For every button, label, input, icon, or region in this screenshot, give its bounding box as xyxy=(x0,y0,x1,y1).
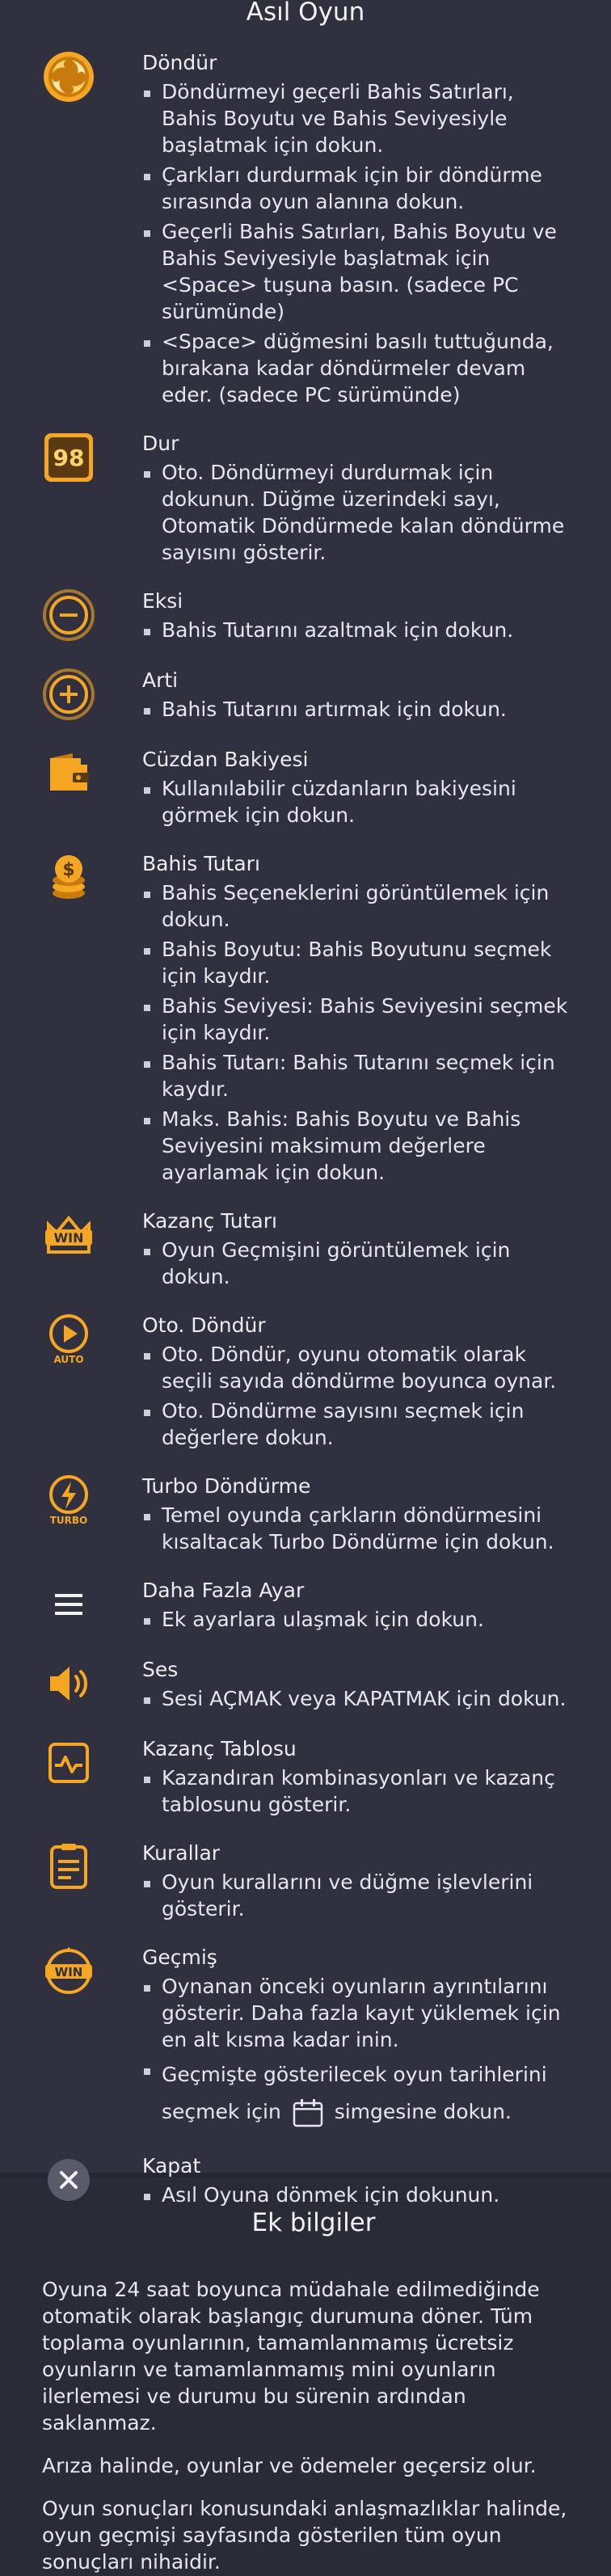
list-item: Oto. Döndür, oyunu otomatik olarak seçil… xyxy=(142,1341,575,1394)
help-item-stop: 98 Dur Oto. Döndürmeyi durdurmak için do… xyxy=(0,431,611,566)
rules-icon xyxy=(40,1840,97,1897)
list-item: Oto. Döndürme sayısını seçmek için değer… xyxy=(142,1398,575,1451)
minus-icon xyxy=(40,588,97,645)
calendar-bullet-after: simgesine dokun. xyxy=(334,2100,512,2123)
extra-info-paragraph: Oyuna 24 saat boyunca müdahale edilmediğ… xyxy=(42,2278,540,2435)
help-item-bet-amount: $ Bahis Tutarı Bahis Seçeneklerini görün… xyxy=(0,851,611,1186)
item-name: Kurallar xyxy=(142,1841,221,1865)
win-icon: WIN xyxy=(40,1208,97,1265)
extra-info-paragraph: Oyun sonuçları konusundaki anlaşmazlıkla… xyxy=(42,2497,567,2574)
list-item: Oto. Döndürmeyi durdurmak için dokunun. … xyxy=(142,459,575,566)
list-item: Kullanılabilir cüzdanların bakiyesini gö… xyxy=(142,775,575,828)
item-name: Eksi xyxy=(142,589,183,613)
item-name: Turbo Döndürme xyxy=(142,1474,311,1498)
item-name: Bahis Tutarı xyxy=(142,852,260,875)
section-title: Asıl Oyun xyxy=(246,0,365,27)
help-item-sound: Ses Sesi AÇMAK veya KAPATMAK için dokun. xyxy=(0,1657,611,1714)
help-item-auto-spin: AUTO Oto. Döndür Oto. Döndür, oyunu otom… xyxy=(0,1313,611,1451)
list-item: Sesi AÇMAK veya KAPATMAK için dokun. xyxy=(142,1685,575,1712)
list-item: Geçerli Bahis Satırları, Bahis Boyutu ve… xyxy=(142,218,575,325)
item-name: Kapat xyxy=(142,2154,201,2178)
list-item: Bahis Tutarını artırmak için dokun. xyxy=(142,696,575,723)
history-icon-text: WIN xyxy=(55,1965,83,1979)
list-item: Oyun kurallarını ve düğme işlevlerini gö… xyxy=(142,1869,575,1922)
list-item: Temel oyunda çarkların döndürmesini kısa… xyxy=(142,1502,575,1555)
help-item-turbo: TURBO Turbo Döndürme Temel oyunda çarkla… xyxy=(0,1474,611,1555)
extra-info-title: Ek bilgiler xyxy=(251,2208,376,2237)
item-name: Döndür xyxy=(142,51,217,74)
extra-info-paragraph: Arıza halinde, oyunlar ve ödemeler geçer… xyxy=(42,2454,537,2477)
help-item-paytable: Kazanç Tablosu Kazandıran kombinasyonlar… xyxy=(0,1736,611,1818)
sound-icon xyxy=(40,1657,97,1714)
help-item-spin: Döndür Döndürmeyi geçerli Bahis Satırlar… xyxy=(0,50,611,408)
turbo-icon: TURBO xyxy=(40,1474,97,1530)
list-item: Bahis Tutarı: Bahis Tutarını seçmek için… xyxy=(142,1049,575,1102)
help-item-history: WIN Geçmiş Oynanan önceki oyunların ayrı… xyxy=(0,1945,611,2131)
main-game-section: Asıl Oyun Döndür Döndürmeyi geçerli Bahi… xyxy=(0,0,611,2207)
help-item-rules: Kurallar Oyun kurallarını ve düğme işlev… xyxy=(0,1840,611,1922)
autospin-counter-icon: 98 xyxy=(40,431,97,487)
list-item: Kazandıran kombinasyonları ve kazanç tab… xyxy=(142,1764,575,1818)
item-name: Kazanç Tutarı xyxy=(142,1209,277,1233)
list-item: Ek ayarlara ulaşmak için dokun. xyxy=(142,1606,575,1633)
auto-play-icon: AUTO xyxy=(40,1313,97,1369)
item-name: Geçmiş xyxy=(142,1946,217,1969)
item-name: Arti xyxy=(142,668,179,692)
list-item: Döndürmeyi geçerli Bahis Satırları, Bahi… xyxy=(142,78,575,158)
list-item: <Space> düğmesini basılı tuttuğunda, bır… xyxy=(142,328,575,408)
plus-icon xyxy=(40,668,97,724)
close-icon xyxy=(40,2153,97,2210)
list-item: Oyun Geçmişini görüntülemek için dokun. xyxy=(142,1237,575,1290)
extra-info-section: Ek bilgiler Oyuna 24 saat boyunca müdaha… xyxy=(0,2178,611,2576)
help-item-plus: Arti Bahis Tutarını artırmak için dokun. xyxy=(0,668,611,724)
calendar-icon xyxy=(293,2099,322,2127)
list-item: Maks. Bahis: Bahis Boyutu ve Bahis Seviy… xyxy=(142,1106,575,1186)
item-name: Dur xyxy=(142,432,179,455)
help-item-more-settings: Daha Fazla Ayar Ek ayarlara ulaşmak için… xyxy=(0,1578,611,1634)
list-item: Bahis Seçeneklerini görüntülemek için do… xyxy=(142,879,575,933)
item-name: Ses xyxy=(142,1658,179,1681)
list-item: Geçmişte gösterilecek oyun tarihlerini s… xyxy=(142,2056,575,2131)
help-item-minus: Eksi Bahis Tutarını azaltmak için dokun. xyxy=(0,588,611,645)
list-item: Bahis Tutarını azaltmak için dokun. xyxy=(142,617,575,643)
item-name: Kazanç Tablosu xyxy=(142,1737,297,1760)
list-item: Oynanan önceki oyunların ayrıntılarını g… xyxy=(142,1973,575,2053)
list-item: Bahis Seviyesi: Bahis Seviyesini seçmek … xyxy=(142,993,575,1046)
help-item-win-amount: WIN Kazanç Tutarı Oyun Geçmişini görüntü… xyxy=(0,1208,611,1290)
svg-text:$: $ xyxy=(62,860,74,880)
item-name: Oto. Döndür xyxy=(142,1313,266,1337)
coins-icon: $ xyxy=(40,851,97,908)
spin-icon xyxy=(40,50,97,107)
item-name: Cüzdan Bakiyesi xyxy=(142,748,309,771)
help-item-close: Kapat Asıl Oyuna dönmek için dokunun. xyxy=(0,2153,611,2210)
list-item: Bahis Boyutu: Bahis Boyutunu seçmek için… xyxy=(142,936,575,989)
turbo-icon-text: TURBO xyxy=(50,1515,88,1526)
wallet-icon xyxy=(40,747,97,803)
item-name: Daha Fazla Ayar xyxy=(142,1579,305,1602)
help-item-wallet: Cüzdan Bakiyesi Kullanılabilir cüzdanlar… xyxy=(0,747,611,828)
paytable-icon xyxy=(40,1736,97,1793)
auto-icon-text: AUTO xyxy=(53,1354,83,1365)
win-icon-text: WIN xyxy=(54,1230,84,1246)
menu-icon xyxy=(40,1578,97,1634)
help-page: Asıl Oyun Döndür Döndürmeyi geçerli Bahi… xyxy=(0,0,611,2576)
list-item: Çarkları durdurmak için bir döndürme sır… xyxy=(142,162,575,215)
autospin-counter-text: 98 xyxy=(53,445,85,471)
list-item: Asıl Oyuna dönmek için dokunun. xyxy=(142,2182,575,2208)
history-icon: WIN xyxy=(40,1945,97,2001)
